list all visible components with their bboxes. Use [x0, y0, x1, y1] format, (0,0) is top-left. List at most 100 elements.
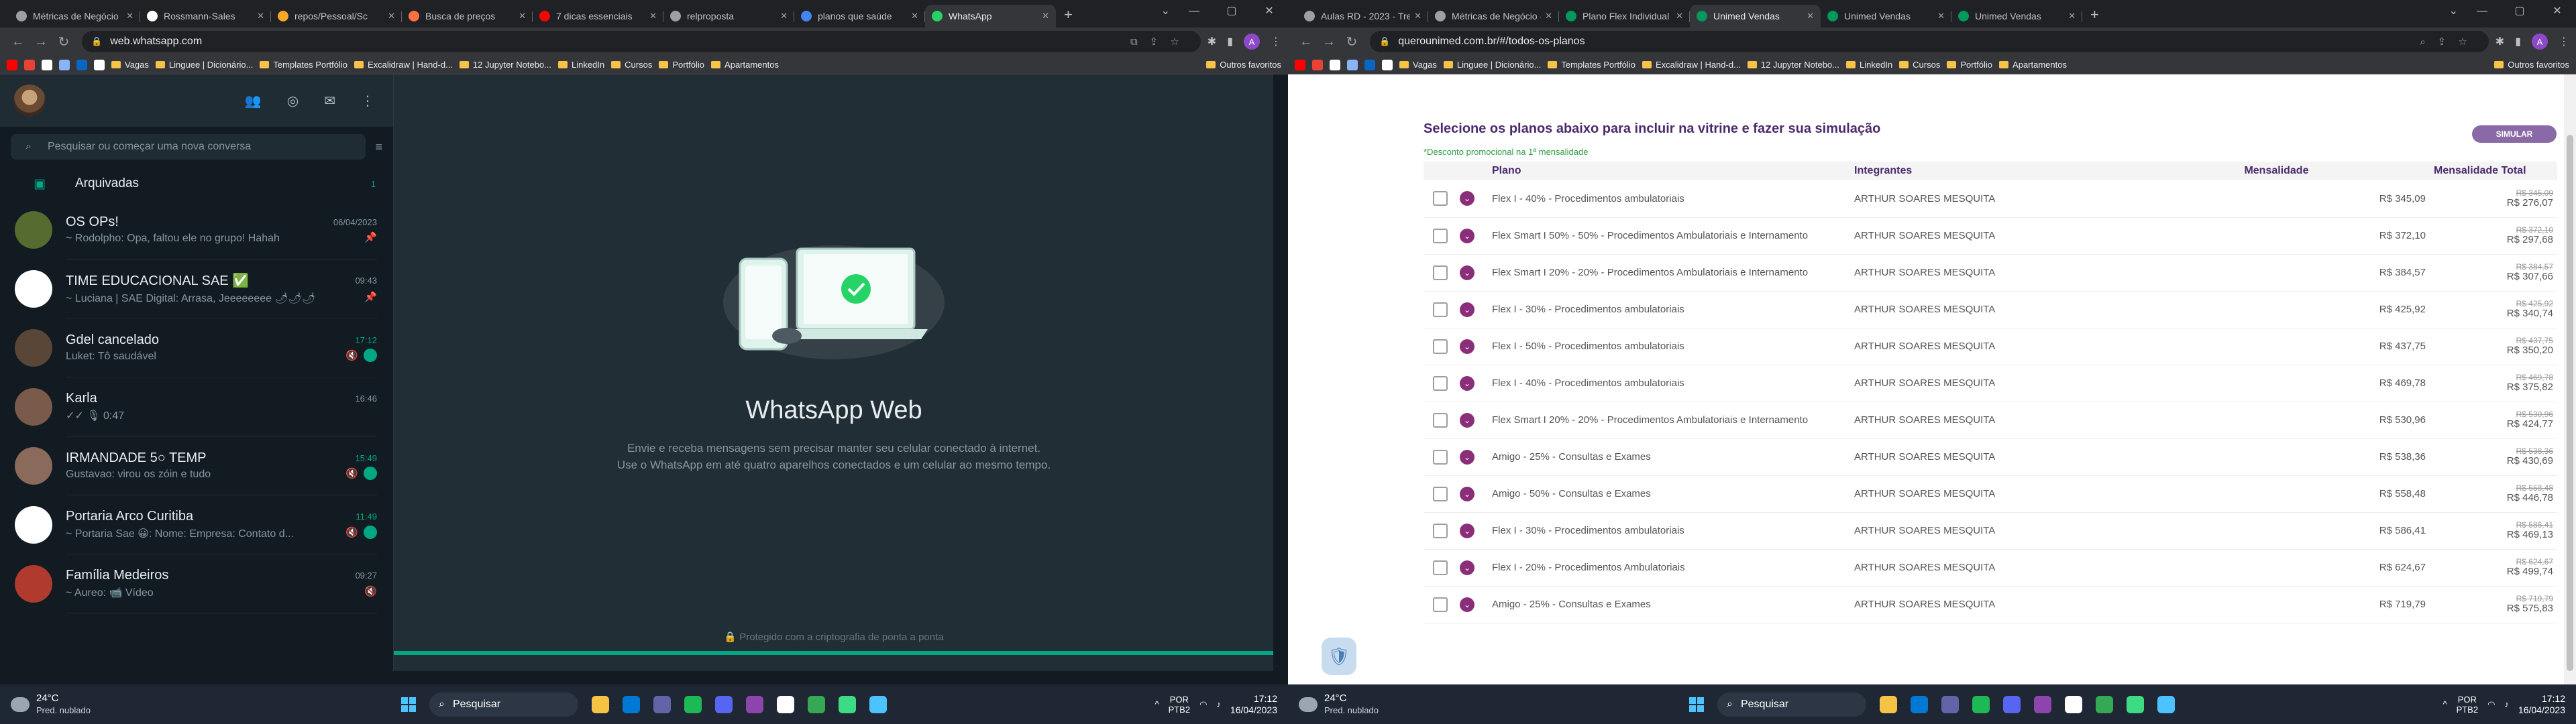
table-row[interactable]: ⌄ Flex I - 40% - Procedimentos ambulatori… [1424, 180, 2557, 218]
table-row[interactable]: ⌄ Flex I - 30% - Procedimentos ambulatori… [1424, 291, 2557, 328]
bookmark-item[interactable]: 12 Jupyter Notebo... [459, 60, 551, 70]
communities-icon[interactable]: 👥 [245, 93, 262, 109]
bookmark-icon[interactable] [7, 59, 17, 70]
browser-tab[interactable]: Unimed Vendas ✕ [1951, 5, 2082, 27]
taskbar-app-icon[interactable] [2065, 695, 2082, 713]
tray-chevron-icon[interactable]: ^ [2443, 699, 2447, 709]
taskbar-app-icon[interactable] [653, 695, 671, 713]
chevron-down-icon[interactable]: ⌄ [1460, 486, 1474, 501]
taskbar-app-icon[interactable] [839, 695, 856, 713]
tab-close-icon[interactable]: ✕ [1042, 11, 1049, 21]
tab-close-icon[interactable]: ✕ [780, 11, 788, 21]
bookmark-item[interactable]: 12 Jupyter Notebo... [1747, 60, 1839, 70]
tab-close-icon[interactable]: ✕ [911, 11, 918, 21]
chevron-down-icon[interactable]: ⌄ [1460, 523, 1474, 538]
taskbar-app-icon[interactable] [869, 695, 887, 713]
back-icon[interactable]: ← [1295, 34, 1318, 50]
list-item[interactable]: Família Medeiros 09:27 ~ Aureo: 📹 Vídeo 🔇 [0, 554, 393, 613]
filter-icon[interactable]: ≡ [375, 140, 382, 154]
bookmark-item[interactable]: Vagas [111, 60, 149, 70]
language-indicator[interactable]: POR PTB2 [2457, 695, 2479, 715]
bookmark-icon[interactable] [1382, 59, 1393, 70]
tab-close-icon[interactable]: ✕ [1545, 11, 1552, 21]
tray-chevron-icon[interactable]: ^ [1155, 699, 1159, 709]
browser-tab[interactable]: WhatsApp ✕ [925, 5, 1056, 27]
wifi-icon[interactable]: ◠ [1199, 699, 1207, 710]
table-row[interactable]: ⌄ Flex I - 30% - Procedimentos ambulatori… [1424, 512, 2557, 550]
checkbox[interactable] [1433, 486, 1448, 501]
checkbox[interactable] [1433, 191, 1448, 206]
search-input[interactable]: ⌕ Pesquisar ou começar uma nova conversa [11, 134, 366, 160]
taskbar-app-icon[interactable] [2157, 695, 2175, 713]
taskbar-app-icon[interactable] [2096, 695, 2113, 713]
bookmark-item[interactable]: Cursos [1899, 60, 1940, 70]
page-scrollbar[interactable] [2564, 74, 2576, 684]
checkbox[interactable] [1433, 560, 1448, 575]
new-tab-icon[interactable]: + [2082, 6, 2107, 27]
taskbar-app-icon[interactable] [2003, 695, 2021, 713]
browser-tab[interactable]: Métricas de Negócio - Com ✕ [1428, 5, 1559, 27]
sidepanel-icon[interactable]: ▮ [2515, 35, 2521, 48]
checkbox[interactable] [1433, 228, 1448, 243]
tab-close-icon[interactable]: ✕ [388, 11, 395, 21]
browser-tab[interactable]: Busca de preços ✕ [402, 5, 533, 27]
tab-close-icon[interactable]: ✕ [1937, 11, 1945, 21]
tab-close-icon[interactable]: ✕ [126, 11, 133, 21]
taskbar-app-icon[interactable] [1941, 695, 1959, 713]
back-icon[interactable]: ← [7, 34, 30, 50]
taskbar-app-icon[interactable] [777, 695, 794, 713]
scrollbar-thumb[interactable] [2567, 135, 2573, 671]
list-item[interactable]: OS OPs! 06/04/2023 ~ Rodolpho: Opa, faltou… [0, 200, 393, 259]
maximize-icon[interactable]: ▢ [2501, 0, 2538, 23]
tab-close-icon[interactable]: ✕ [2068, 11, 2076, 21]
chevron-down-icon[interactable]: ⌄ [1460, 339, 1474, 354]
list-item[interactable]: IRMANDADE 5○ TEMP 15:49 Gustavao: virou os… [0, 436, 393, 495]
bookmark-item[interactable]: Apartamentos [711, 60, 779, 70]
chevron-down-icon[interactable]: ⌄ [1460, 560, 1474, 575]
browser-tab[interactable]: Rossmann-Sales ✕ [140, 5, 271, 27]
table-row[interactable]: ⌄ Amigo - 25% - Consultas e Exames ARTHUR … [1424, 586, 2557, 623]
browser-tab[interactable]: Unimed Vendas ✕ [1690, 5, 1821, 27]
forward-icon[interactable]: → [30, 34, 52, 50]
bookmark-icon[interactable] [1330, 59, 1340, 70]
bookmark-item[interactable]: Templates Portfólio [1548, 60, 1635, 70]
close-icon[interactable]: ✕ [2538, 0, 2576, 23]
profile-avatar[interactable]: A [1244, 34, 1260, 50]
bookmark-item[interactable]: Vagas [1399, 60, 1437, 70]
browser-tab[interactable]: Unimed Vendas ✕ [1821, 5, 1951, 27]
bookmark-item[interactable]: Cursos [611, 60, 652, 70]
tab-close-icon[interactable]: ✕ [1676, 11, 1683, 21]
bookmark-item[interactable]: Apartamentos [1999, 60, 2067, 70]
taskbar-app-icon[interactable] [715, 695, 733, 713]
bookmark-item[interactable]: LinkedIn [558, 60, 604, 70]
address-bar[interactable]: 🔒 web.whatsapp.com ⧉⇪☆ [82, 31, 1201, 52]
browser-tab[interactable]: Plano Flex Individual | Unimed ✕ [1559, 5, 1690, 27]
bookmark-item[interactable]: Portfólio [659, 60, 704, 70]
sidepanel-icon[interactable]: ▮ [1227, 35, 1233, 48]
bookmark-item[interactable]: Templates Portfólio [260, 60, 347, 70]
chevron-down-icon[interactable]: ⌄ [1460, 191, 1474, 206]
avatar[interactable] [13, 84, 46, 117]
chevron-down-icon[interactable]: ⌄ [1460, 302, 1474, 317]
bookmark-icon[interactable] [1295, 59, 1305, 70]
omnibox-actions-icon[interactable]: ⌕⇪☆ [2420, 36, 2479, 48]
table-row[interactable]: ⌄ Flex Smart I 50% - 50% - Procedimentos … [1424, 217, 2557, 255]
extensions-icon[interactable]: ✱ [2496, 35, 2504, 48]
omnibox-actions-icon[interactable]: ⧉⇪☆ [1130, 36, 1191, 48]
taskbar-app-icon[interactable] [1880, 695, 1897, 713]
tab-search-icon[interactable]: ⌄ [2449, 4, 2458, 17]
checkbox[interactable] [1433, 523, 1448, 538]
bookmark-other[interactable]: Outros favoritos [1206, 60, 1281, 70]
taskbar-app-icon[interactable] [2127, 695, 2144, 713]
reload-icon[interactable]: ↻ [1340, 34, 1363, 50]
chevron-down-icon[interactable]: ⌄ [1460, 228, 1474, 243]
tab-search-icon[interactable]: ⌄ [1161, 4, 1170, 17]
table-row[interactable]: ⌄ Flex Smart I 20% - 20% - Procedimentos … [1424, 254, 2557, 292]
volume-icon[interactable]: ♪ [1216, 699, 1221, 709]
checkbox[interactable] [1433, 449, 1448, 465]
volume-icon[interactable]: ♪ [2504, 699, 2509, 709]
list-item[interactable]: Portaria Arco Curitiba 11:49 ~ Portaria Sa… [0, 495, 393, 554]
bookmark-icon[interactable] [76, 59, 87, 70]
wifi-icon[interactable]: ◠ [2487, 699, 2495, 710]
checkbox[interactable] [1433, 302, 1448, 317]
